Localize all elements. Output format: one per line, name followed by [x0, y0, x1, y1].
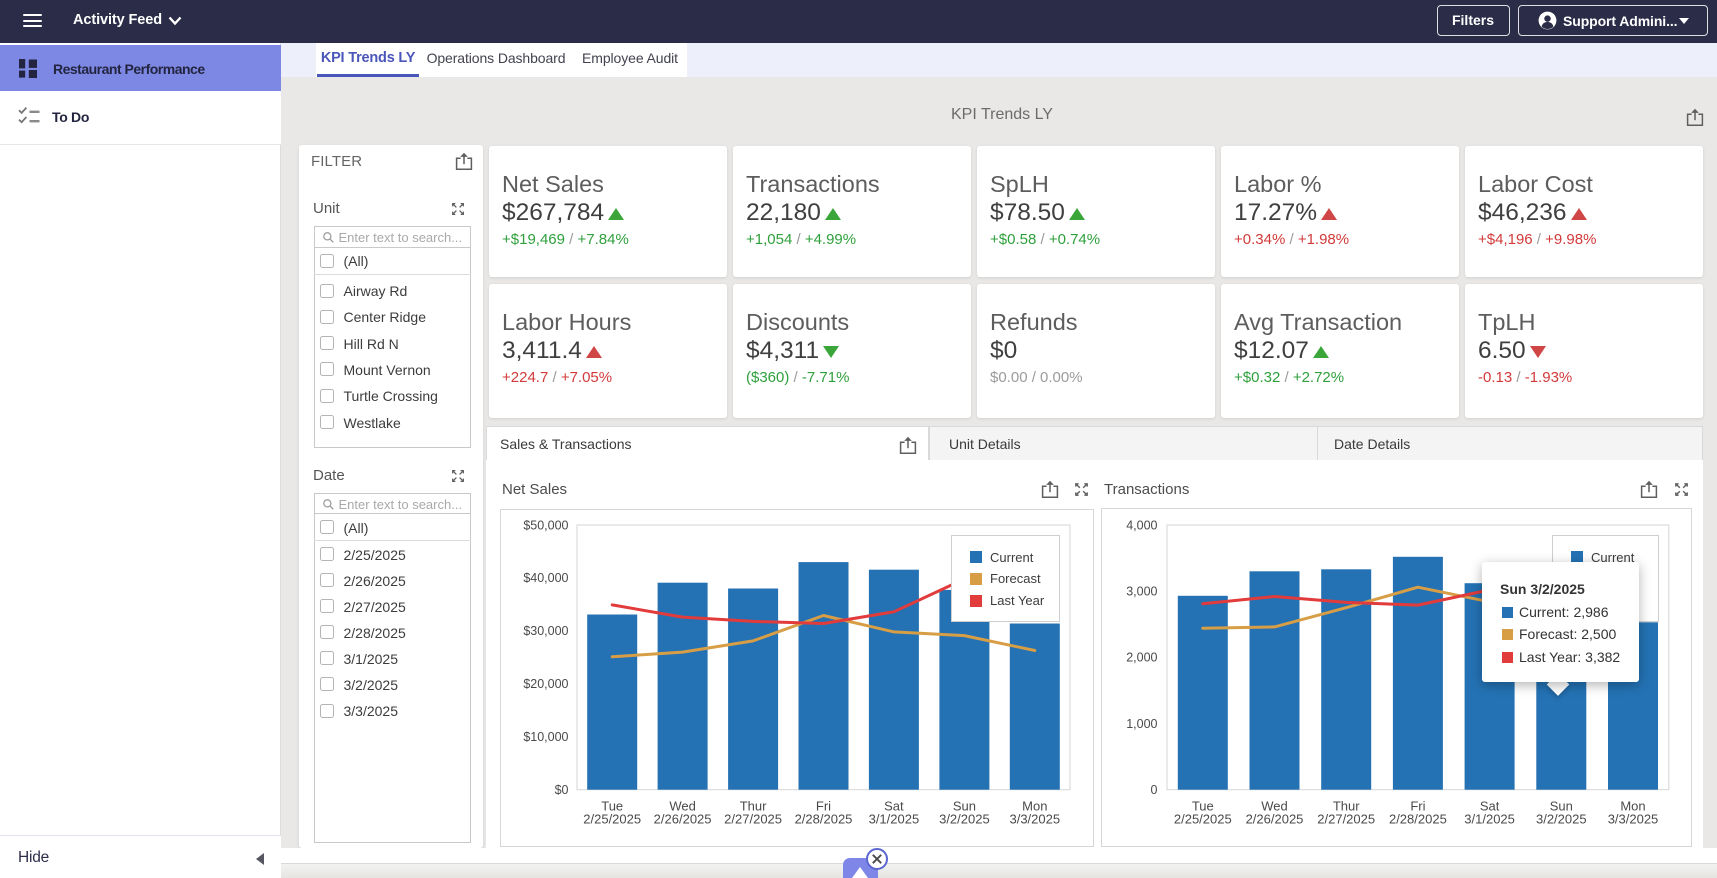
svg-text:2/26/2025: 2/26/2025 — [654, 812, 712, 827]
svg-text:2/26/2025: 2/26/2025 — [1246, 812, 1304, 827]
svg-text:2/27/2025: 2/27/2025 — [1317, 812, 1375, 827]
svg-text:3/1/2025: 3/1/2025 — [869, 812, 920, 827]
svg-text:3,000: 3,000 — [1126, 584, 1157, 598]
svg-text:2/27/2025: 2/27/2025 — [724, 812, 782, 827]
svg-text:3/3/2025: 3/3/2025 — [1009, 812, 1060, 827]
svg-text:$40,000: $40,000 — [523, 571, 568, 585]
svg-text:$50,000: $50,000 — [523, 518, 568, 532]
svg-text:3/2/2025: 3/2/2025 — [939, 812, 990, 827]
svg-text:3/1/2025: 3/1/2025 — [1464, 812, 1515, 827]
svg-text:1,000: 1,000 — [1126, 717, 1157, 731]
svg-text:$20,000: $20,000 — [523, 677, 568, 691]
svg-text:2/25/2025: 2/25/2025 — [583, 812, 641, 827]
svg-text:2/28/2025: 2/28/2025 — [1389, 812, 1447, 827]
svg-text:0: 0 — [1151, 783, 1158, 797]
svg-text:2/28/2025: 2/28/2025 — [795, 812, 853, 827]
svg-text:$0: $0 — [555, 783, 569, 797]
svg-text:$30,000: $30,000 — [523, 624, 568, 638]
svg-text:2/25/2025: 2/25/2025 — [1174, 812, 1232, 827]
svg-text:$10,000: $10,000 — [523, 730, 568, 744]
svg-text:3/3/2025: 3/3/2025 — [1608, 812, 1659, 827]
svg-text:4,000: 4,000 — [1126, 518, 1157, 532]
svg-text:2,000: 2,000 — [1126, 651, 1157, 665]
svg-text:3/2/2025: 3/2/2025 — [1536, 812, 1587, 827]
